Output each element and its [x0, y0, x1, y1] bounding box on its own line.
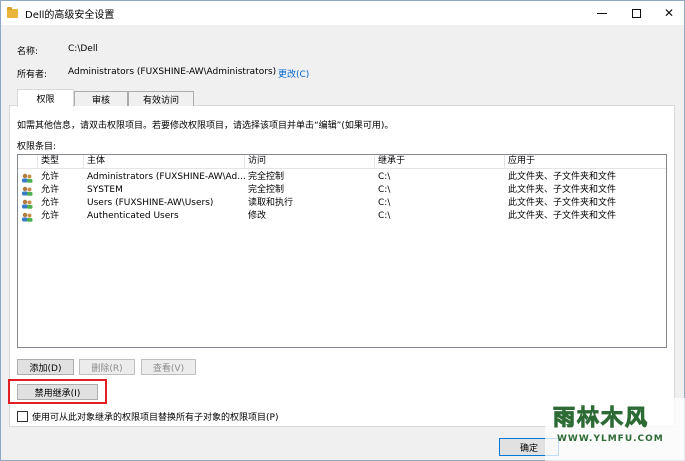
change-owner-link[interactable]: 更改(C) [278, 67, 309, 80]
table-row[interactable]: 允许 SYSTEM 完全控制 C:\ 此文件夹、子文件夹和文件 [18, 184, 666, 197]
user-group-icon [22, 173, 33, 183]
table-row[interactable]: 允许 Users (FUXSHINE-AW\Users) 读取和执行 C:\ 此… [18, 197, 666, 210]
security-settings-window: Dell的高级安全设置 ✕ 名称: C:\Dell 所有者: Administr… [0, 0, 685, 461]
column-inherited-from[interactable]: 继承于 [375, 155, 505, 169]
name-value: C:\Dell [68, 44, 98, 54]
replace-child-permissions-checkbox[interactable] [17, 411, 28, 422]
cell-applies: 此文件夹、子文件夹和文件 [508, 172, 617, 182]
watermark-url: WWW.YLMFU.COM [557, 434, 664, 444]
entries-label: 权限条目: [17, 142, 57, 152]
cell-type: 允许 [41, 172, 60, 182]
cell-inherited: C:\ [378, 211, 391, 221]
cell-inherited: C:\ [378, 172, 391, 182]
hint-text: 如需其他信息，请双击权限项目。若要修改权限项目，请选择该项目并单击“编辑”(如果… [17, 121, 394, 131]
maximize-icon [631, 8, 641, 18]
cell-access: 完全控制 [248, 172, 285, 182]
table-row[interactable]: 允许 Authenticated Users 修改 C:\ 此文件夹、子文件夹和… [18, 210, 666, 223]
column-principal[interactable]: 主体 [84, 155, 245, 169]
user-group-icon [22, 199, 33, 209]
view-button-label: 查看(V) [152, 363, 185, 374]
cell-applies: 此文件夹、子文件夹和文件 [508, 185, 617, 195]
column-header-row: 类型 主体 访问 继承于 应用于 [18, 155, 666, 169]
view-button[interactable]: 查看(V) [141, 359, 196, 375]
cell-inherited: C:\ [378, 185, 391, 195]
add-button[interactable]: 添加(D) [17, 359, 74, 375]
icon-column-header[interactable] [18, 155, 38, 169]
tab-auditing[interactable]: 审核 [74, 91, 128, 106]
cell-applies: 此文件夹、子文件夹和文件 [508, 198, 617, 208]
user-group-icon [22, 186, 33, 196]
column-applies-to[interactable]: 应用于 [505, 155, 666, 169]
cell-access: 读取和执行 [248, 198, 294, 208]
add-button-label: 添加(D) [29, 363, 62, 374]
cell-inherited: C:\ [378, 198, 391, 208]
cell-type: 允许 [41, 198, 60, 208]
cell-access: 修改 [248, 211, 267, 221]
column-type[interactable]: 类型 [38, 155, 84, 169]
title-bar[interactable]: Dell的高级安全设置 ✕ [1, 1, 684, 25]
window-title: Dell的高级安全设置 [25, 9, 115, 21]
cell-principal: Administrators (FUXSHINE-AW\Ad... [87, 172, 245, 182]
tab-label: 有效访问 [142, 95, 179, 106]
minimize-icon [597, 12, 607, 14]
cell-type: 允许 [41, 211, 60, 221]
watermark: 雨林木风 WWW.YLMFU.COM [545, 398, 685, 461]
permission-entries-list[interactable]: 类型 主体 访问 继承于 应用于 允许 Administrators (FUXS… [17, 154, 667, 348]
remove-button[interactable]: 删除(R) [79, 359, 135, 375]
tab-effective-access[interactable]: 有效访问 [128, 91, 194, 106]
maximize-button[interactable] [619, 1, 653, 25]
disable-inheritance-button[interactable]: 禁用继承(I) [17, 384, 98, 400]
name-label: 名称: [17, 47, 39, 57]
cell-principal: SYSTEM [87, 185, 123, 195]
replace-child-permissions-label[interactable]: 使用可从此对象继承的权限项目替换所有子对象的权限项目(P) [32, 410, 278, 423]
disable-inheritance-label: 禁用继承(I) [34, 388, 81, 399]
cell-access: 完全控制 [248, 185, 285, 195]
close-icon: ✕ [663, 6, 675, 20]
owner-value: Administrators (FUXSHINE-AW\Administrato… [68, 67, 277, 77]
owner-label: 所有者: [17, 70, 48, 80]
folder-icon [7, 7, 18, 18]
table-row[interactable]: 允许 Administrators (FUXSHINE-AW\Ad... 完全控… [18, 171, 666, 184]
ok-button-label: 确定 [519, 443, 538, 454]
user-group-icon [22, 212, 33, 222]
tab-label: 权限 [36, 95, 55, 105]
tab-permissions[interactable]: 权限 [17, 89, 74, 107]
remove-button-label: 删除(R) [91, 363, 123, 374]
minimize-button[interactable] [585, 1, 619, 25]
cell-applies: 此文件夹、子文件夹和文件 [508, 211, 617, 221]
watermark-logo: 雨林木风 [552, 406, 650, 432]
cell-principal: Users (FUXSHINE-AW\Users) [87, 198, 214, 208]
cell-type: 允许 [41, 185, 60, 195]
column-access[interactable]: 访问 [245, 155, 375, 169]
tab-label: 审核 [91, 95, 110, 106]
cell-principal: Authenticated Users [87, 211, 179, 221]
close-button[interactable]: ✕ [652, 1, 685, 25]
